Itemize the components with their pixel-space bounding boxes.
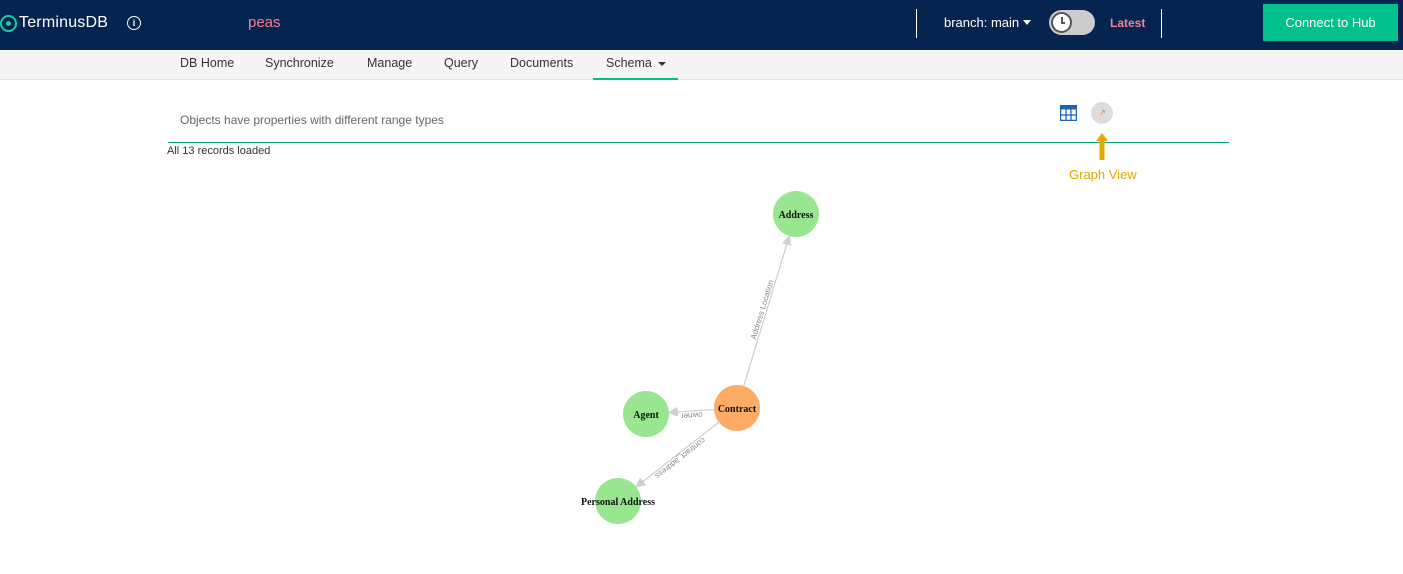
graph-node-label: Agent	[633, 410, 659, 421]
graph-edge-label: Address Location	[749, 279, 776, 341]
graph-edge-label: contract_address	[653, 436, 707, 481]
graph-edge-label: owner	[680, 410, 703, 420]
graph-node-label: Address	[779, 210, 814, 221]
graph-node-label: Personal Address	[581, 497, 655, 508]
graph-edge-address[interactable]	[743, 235, 792, 387]
graph-node-label: Contract	[718, 404, 757, 415]
schema-graph[interactable]: Address Location owner contract_address Ad…	[0, 0, 1403, 574]
